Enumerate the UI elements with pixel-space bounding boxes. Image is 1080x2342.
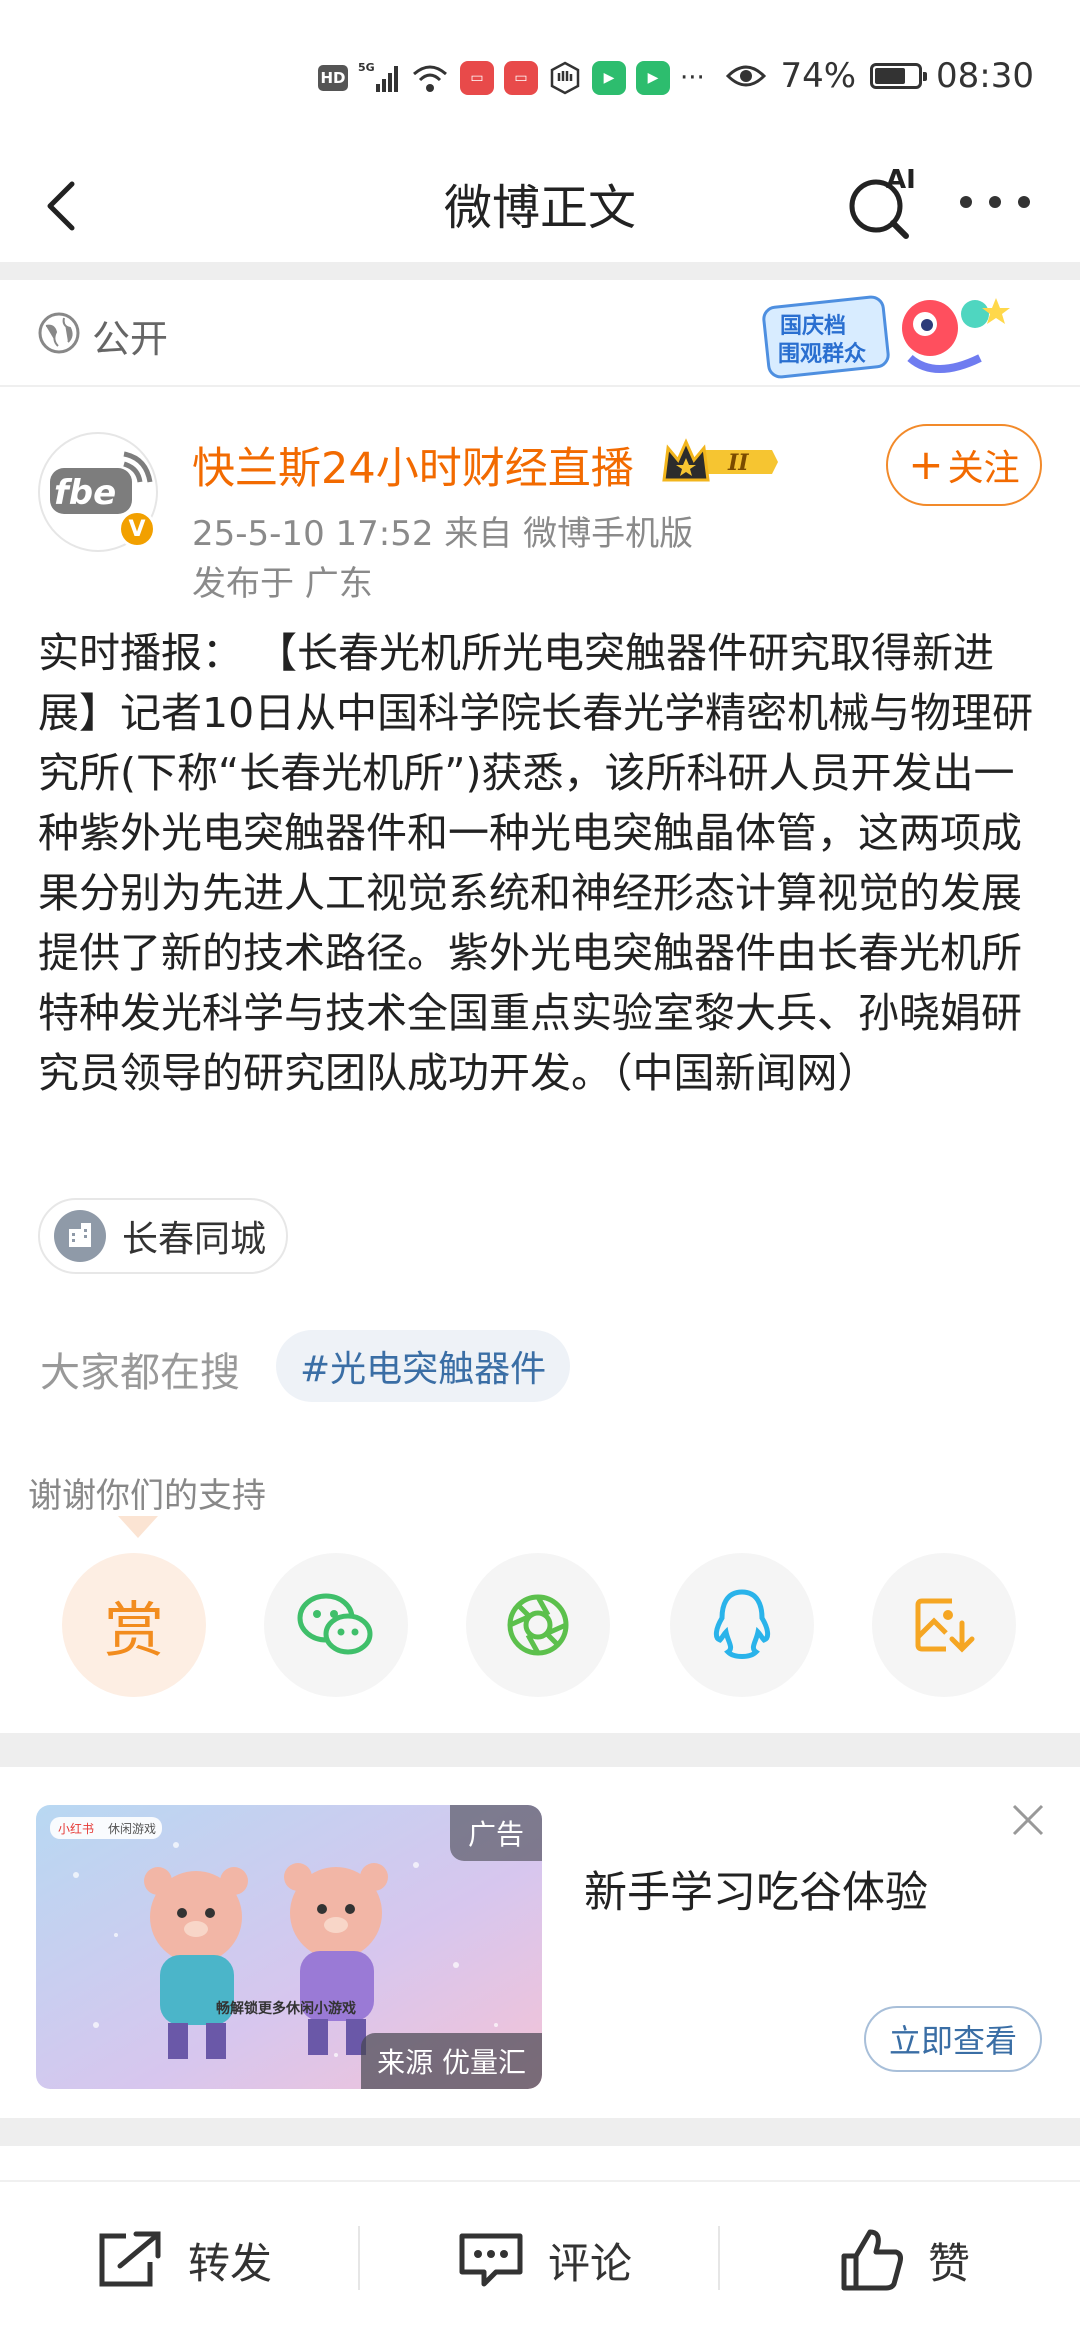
post-body: 实时播报： 【长春光机所光电突触器件研究取得新进展】记者10日从中国科学院长春光… [38, 629, 1034, 1097]
globe-icon [38, 312, 80, 354]
hd-icon: HD [318, 65, 348, 91]
reward-icon: 赏 [104, 1595, 164, 1666]
section-divider [0, 262, 1080, 280]
member-crown-icon: II [662, 438, 778, 482]
5g-signal-icon: 5G [358, 61, 398, 92]
status-bar: HD 5G ▭ ▭ ▶ ▶ ··· 74% 08:30 [0, 0, 1080, 150]
verified-badge-icon: V [118, 510, 156, 548]
svg-text:休闲游戏: 休闲游戏 [108, 1822, 156, 1836]
like-thumb-icon [841, 2229, 903, 2291]
svg-text:II: II [727, 450, 749, 476]
visibility-row: 公开 国庆档 围观群众 [0, 280, 1080, 387]
location-tag[interactable]: 长春同城 [38, 1198, 288, 1274]
eye-comfort-icon [726, 65, 767, 87]
reward-button[interactable]: 赏 [62, 1553, 206, 1697]
svg-text:国庆档: 国庆档 [780, 313, 846, 339]
city-building-icon [54, 1210, 106, 1262]
svg-text:5G: 5G [358, 61, 375, 74]
post-location: 发布于 广东 [192, 564, 373, 604]
national-day-promo-sticker[interactable]: 国庆档 围观群众 [760, 288, 1010, 386]
comment-button[interactable]: 评论 [456, 2220, 632, 2300]
plus-icon: + [908, 440, 944, 489]
bottom-toolbar: 转发 评论 赞 [0, 2180, 1080, 2342]
nav-bar: 微博正文 AI [0, 150, 1080, 260]
comment-icon [459, 2233, 523, 2287]
svg-text:小红书: 小红书 [58, 1821, 94, 1836]
video-app-icon: ▶ [636, 61, 670, 95]
ad-badge: 广告 [449, 1805, 542, 1861]
svg-text:fbe: fbe [54, 473, 116, 513]
share-row: 赏 [0, 1550, 1080, 1700]
share-qq-button[interactable] [670, 1553, 814, 1697]
save-image-button[interactable] [872, 1553, 1016, 1697]
clock: 08:30 [936, 56, 1034, 96]
author-name[interactable]: 快兰斯24小时财经直播 [192, 434, 634, 496]
post-meta: 25-5-10 17:52 来自 微博手机版 [192, 514, 694, 554]
svg-text:AI: AI [886, 165, 916, 195]
ad-source: 来源 优量汇 [361, 2033, 542, 2089]
section-divider [0, 1733, 1080, 1767]
trending-search-label: 大家都在搜 [40, 1350, 240, 1396]
toolbar-divider [358, 2226, 360, 2290]
more-options-icon[interactable] [960, 188, 1030, 216]
section-divider [0, 2118, 1080, 2146]
qq-icon [713, 1589, 771, 1659]
battery-icon [870, 63, 928, 89]
moments-icon [507, 1594, 569, 1656]
wifi-icon [413, 65, 447, 92]
reward-pointer [118, 1516, 158, 1538]
share-wechat-button[interactable] [264, 1553, 408, 1697]
battery-percent: 74% [780, 56, 857, 96]
ad-image[interactable]: 小红书 休闲游戏 畅解锁更多休闲小游戏 广告 来源 优量汇 [36, 1805, 542, 2089]
huawei-app-icon: ▭ [504, 61, 538, 95]
save-image-icon [915, 1598, 975, 1653]
repost-button[interactable]: 转发 [96, 2220, 272, 2300]
huawei-app-icon: ▭ [460, 61, 494, 95]
trending-search-tag[interactable]: #光电突触器件 [276, 1330, 571, 1402]
repost-icon [99, 2231, 161, 2287]
svg-text:围观群众: 围观群众 [778, 341, 866, 367]
close-icon[interactable] [1006, 1798, 1050, 1842]
support-thanks-text: 谢谢你们的支持 [28, 1476, 266, 1516]
location-tag-label: 长春同城 [122, 1219, 267, 1260]
ad-title[interactable]: 新手学习吃谷体验 [584, 1858, 928, 1920]
toolbar-divider [718, 2226, 720, 2290]
ai-search-icon[interactable]: AI [842, 162, 922, 242]
ad-cta-button[interactable]: 立即查看 [864, 2006, 1042, 2072]
video-app-icon: ▶ [592, 61, 626, 95]
svg-text:畅解锁更多休闲小游戏: 畅解锁更多休闲小游戏 [216, 2000, 356, 2017]
wechat-icon [297, 1593, 373, 1655]
hand-icon [550, 61, 580, 95]
visibility-label: 公开 [92, 317, 169, 361]
more-notifications-icon: ··· [680, 63, 705, 93]
share-moments-button[interactable] [466, 1553, 610, 1697]
like-button[interactable]: 赞 [840, 2220, 970, 2300]
status-notification-icons: HD 5G ▭ ▭ ▶ ▶ ··· [318, 58, 705, 98]
follow-button[interactable]: + 关注 [886, 424, 1042, 506]
